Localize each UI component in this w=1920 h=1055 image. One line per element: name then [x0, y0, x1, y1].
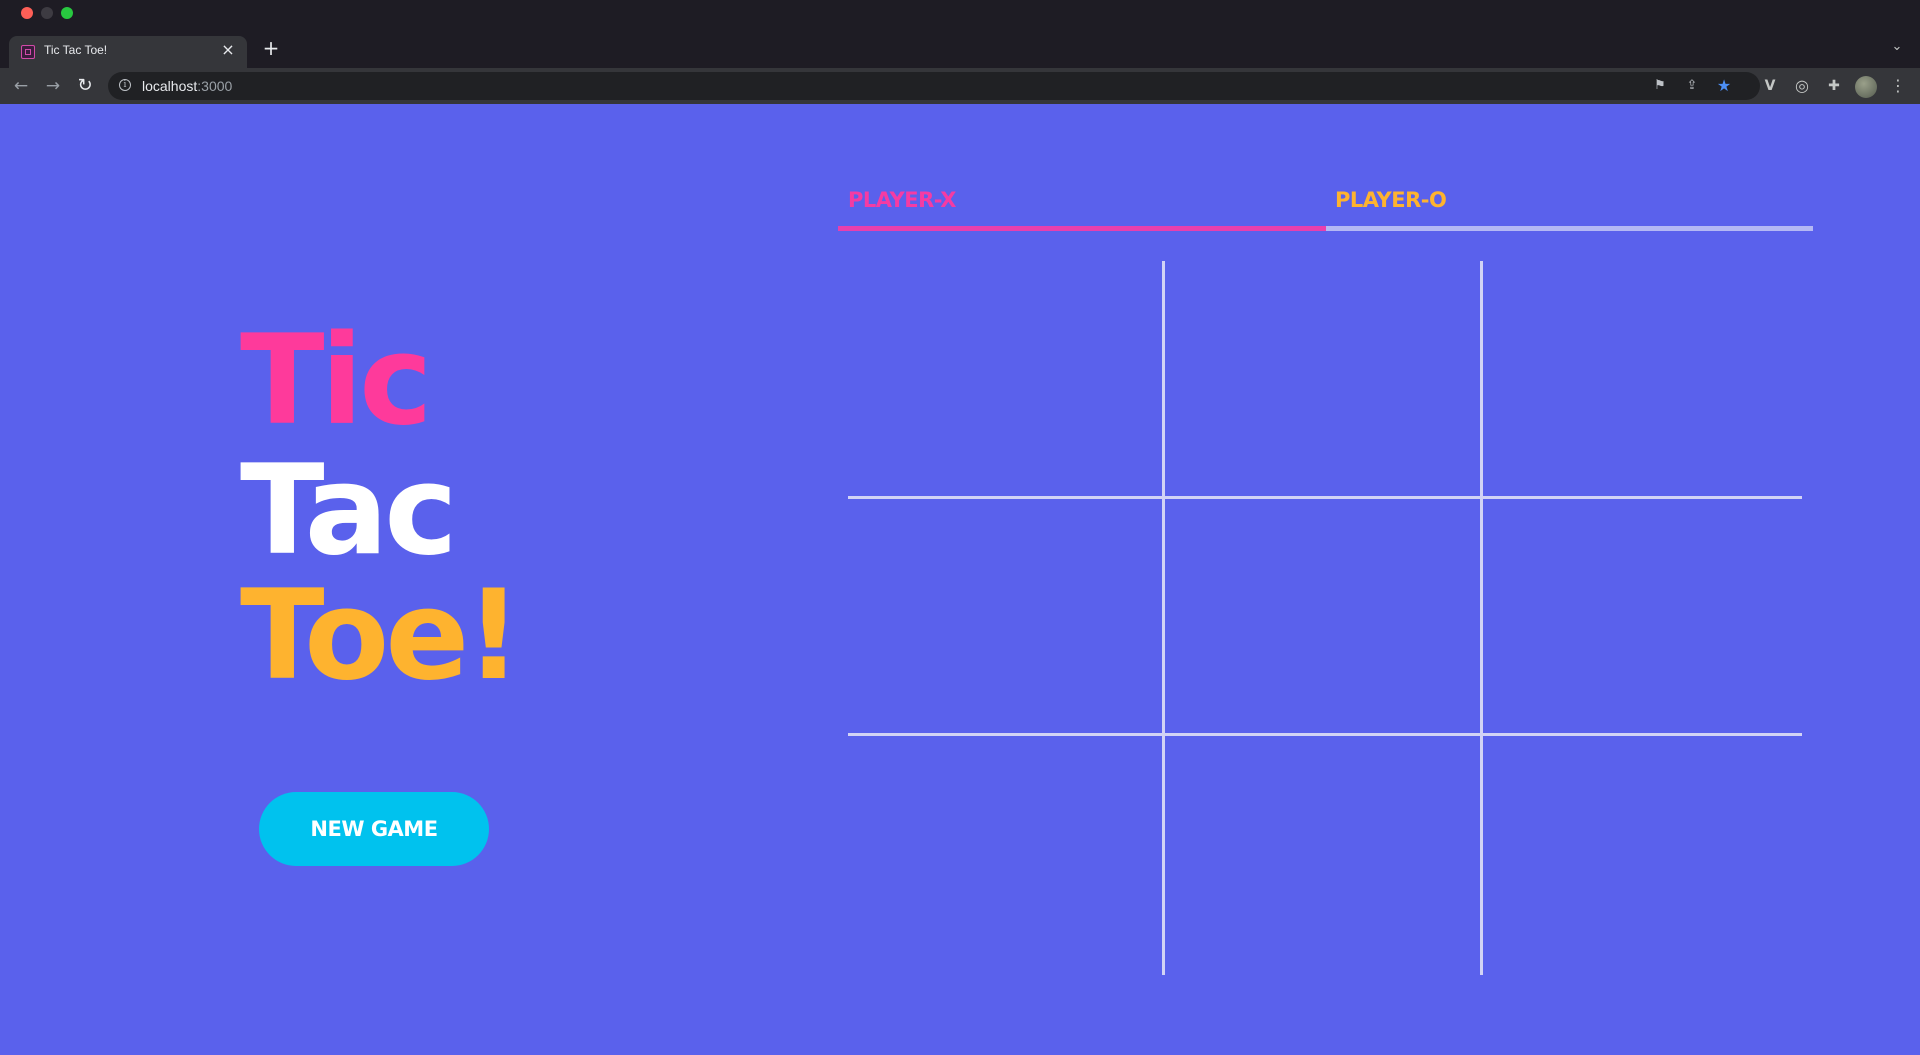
board-cell[interactable]	[851, 499, 1159, 730]
new-tab-button[interactable]: +	[260, 37, 282, 59]
share-icon[interactable]: ⇪	[1683, 77, 1701, 95]
title-tic: Tic	[240, 309, 433, 453]
minimize-window-button[interactable]	[41, 7, 53, 19]
forward-arrow-icon[interactable]: →	[42, 75, 64, 97]
profile-avatar[interactable]	[1855, 76, 1877, 98]
close-tab-icon[interactable]: ×	[219, 41, 237, 59]
tab-search-icon[interactable]: ⌄	[1888, 38, 1906, 56]
window-titlebar	[0, 0, 1920, 28]
board-cell[interactable]	[851, 736, 1159, 972]
close-window-button[interactable]	[21, 7, 33, 19]
board-cell[interactable]	[1165, 264, 1477, 493]
player-x-label: PLAYER-X	[848, 188, 956, 212]
board-cell[interactable]	[851, 264, 1159, 493]
board-cell[interactable]	[1165, 499, 1477, 730]
maximize-window-button[interactable]	[61, 7, 73, 19]
bookmark-star-icon[interactable]: ★	[1715, 77, 1733, 95]
address-bar[interactable]: i localhost:3000 ⚑ ⇪ ★	[108, 72, 1760, 100]
board-cell[interactable]	[1165, 736, 1477, 972]
browser-tab[interactable]: Tic Tac Toe! ×	[9, 36, 247, 68]
target-extension-icon[interactable]: ◎	[1792, 76, 1812, 96]
tab-title: Tic Tac Toe!	[44, 43, 108, 57]
board-cell[interactable]	[1483, 736, 1799, 972]
turn-indicator-bar	[838, 226, 1813, 231]
page-viewport: Tic Tac Toe! NEW GAME PLAYER-X PLAYER-O	[0, 104, 1920, 1055]
extensions-puzzle-icon[interactable]: ✚	[1824, 76, 1844, 96]
browser-toolbar: ← → ↻ i localhost:3000 ⚑ ⇪ ★ V ◎ ✚ ⋮	[0, 68, 1920, 104]
new-game-button[interactable]: NEW GAME	[259, 792, 489, 866]
translate-icon[interactable]: ⚑	[1651, 77, 1669, 95]
turn-indicator-fill	[838, 226, 1326, 231]
board-cell[interactable]	[1483, 499, 1799, 730]
title-tac: Tac	[240, 439, 458, 583]
board-cell[interactable]	[1483, 264, 1799, 493]
vue-devtools-icon[interactable]: V	[1760, 76, 1780, 96]
url-text[interactable]: localhost:3000	[142, 78, 232, 94]
reload-icon[interactable]: ↻	[74, 75, 96, 97]
favicon-icon	[21, 45, 35, 59]
back-arrow-icon[interactable]: ←	[10, 75, 32, 97]
info-icon[interactable]: i	[119, 79, 131, 91]
title-toe: Toe!	[240, 564, 522, 708]
game-board	[848, 261, 1802, 975]
menu-dots-icon[interactable]: ⋮	[1890, 75, 1906, 97]
tab-strip: Tic Tac Toe! × + ⌄	[0, 28, 1920, 68]
player-o-label: PLAYER-O	[1335, 188, 1447, 212]
